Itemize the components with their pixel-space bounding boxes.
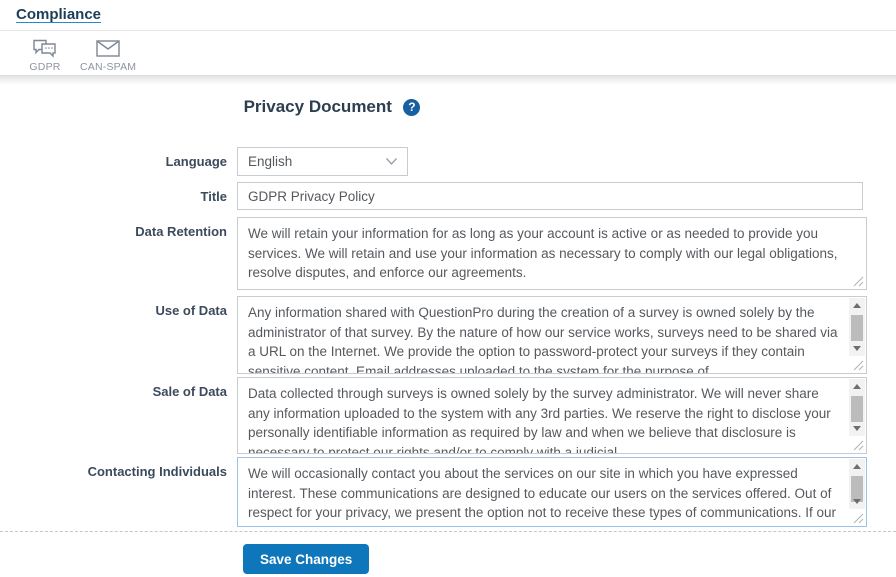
privacy-document-form: Language English Title Data Retention We… xyxy=(0,147,896,527)
page-title: Privacy Document xyxy=(244,97,392,116)
scrollbar[interactable] xyxy=(849,298,865,356)
toolbar-shadow xyxy=(0,75,896,84)
use-of-data-label: Use of Data xyxy=(0,296,237,318)
sale-of-data-label: Sale of Data xyxy=(0,377,237,399)
contacting-individuals-textarea[interactable]: We will occasionally contact you about t… xyxy=(237,457,867,527)
scrollbar[interactable] xyxy=(849,379,865,436)
save-changes-button[interactable]: Save Changes xyxy=(243,544,369,574)
use-of-data-textarea[interactable]: Any information shared with QuestionPro … xyxy=(237,296,867,374)
page-title-row: Privacy Document ? xyxy=(0,97,664,121)
contacting-individuals-text: We will occasionally contact you about t… xyxy=(238,458,848,526)
language-select[interactable]: English xyxy=(237,147,408,176)
scroll-down-icon[interactable] xyxy=(853,346,861,351)
data-retention-textarea[interactable]: We will retain your information for as l… xyxy=(237,217,867,290)
breadcrumb-compliance-link[interactable]: Compliance xyxy=(16,6,101,23)
scroll-up-icon[interactable] xyxy=(853,384,861,389)
language-select-value: English xyxy=(248,154,292,169)
chevron-down-icon xyxy=(385,157,398,166)
scrollbar[interactable] xyxy=(849,459,865,509)
tab-can-spam[interactable]: CAN-SPAM xyxy=(80,36,136,73)
contacting-individuals-label: Contacting Individuals xyxy=(0,457,237,479)
scrollbar-thumb[interactable] xyxy=(851,396,863,422)
tab-gdpr[interactable]: GDPR xyxy=(24,36,66,73)
button-row: Save Changes xyxy=(243,544,896,574)
tab-can-spam-label: CAN-SPAM xyxy=(80,61,136,73)
form-row-language: Language English xyxy=(0,147,896,176)
language-label: Language xyxy=(0,147,237,169)
resize-grip-icon[interactable] xyxy=(853,440,864,451)
form-row-data-retention: Data Retention We will retain your infor… xyxy=(0,217,896,290)
scroll-up-icon[interactable] xyxy=(853,303,861,308)
title-input[interactable] xyxy=(237,182,863,210)
scroll-up-icon[interactable] xyxy=(853,464,861,469)
resize-grip-icon[interactable] xyxy=(853,360,864,371)
form-row-contacting-individuals: Contacting Individuals We will occasiona… xyxy=(0,457,896,527)
envelope-icon xyxy=(95,36,121,59)
title-label: Title xyxy=(0,182,237,204)
form-row-sale-of-data: Sale of Data Data collected through surv… xyxy=(0,377,896,454)
resize-grip-icon[interactable] xyxy=(853,513,864,524)
data-retention-text: We will retain your information for as l… xyxy=(238,218,866,289)
form-row-use-of-data: Use of Data Any information shared with … xyxy=(0,296,896,374)
form-row-title: Title xyxy=(0,182,896,210)
help-icon[interactable]: ? xyxy=(403,99,420,116)
compliance-toolbar: GDPR CAN-SPAM xyxy=(0,31,896,75)
scroll-down-icon[interactable] xyxy=(853,499,861,504)
chat-bubbles-icon xyxy=(32,36,58,59)
scroll-down-icon[interactable] xyxy=(853,426,861,431)
data-retention-label: Data Retention xyxy=(0,217,237,239)
sale-of-data-text: Data collected through surveys is owned … xyxy=(238,378,848,453)
sale-of-data-textarea[interactable]: Data collected through surveys is owned … xyxy=(237,377,867,454)
scrollbar-thumb[interactable] xyxy=(851,315,863,341)
dashed-separator xyxy=(0,531,896,532)
use-of-data-text: Any information shared with QuestionPro … xyxy=(238,297,848,373)
header-bar: Compliance xyxy=(0,0,896,31)
tab-gdpr-label: GDPR xyxy=(29,61,60,73)
resize-grip-icon[interactable] xyxy=(853,276,864,287)
